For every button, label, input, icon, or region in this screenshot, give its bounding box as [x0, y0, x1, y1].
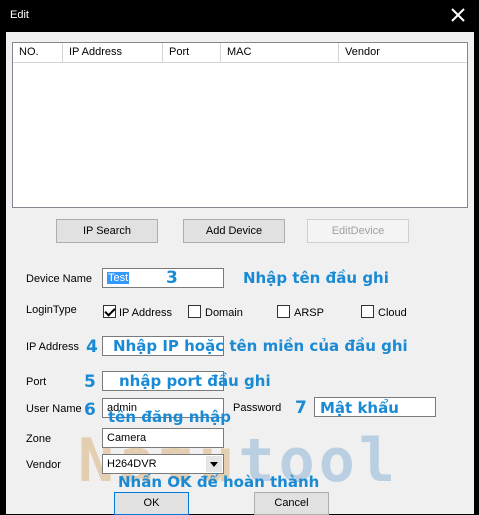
- password-label: Password: [233, 402, 282, 414]
- device-name-input[interactable]: Test: [102, 268, 224, 288]
- step-5-number: 5: [84, 372, 96, 392]
- ip-search-button[interactable]: IP Search: [56, 219, 158, 243]
- login-type-ip-label: IP Address: [119, 307, 172, 319]
- device-name-label: Device Name: [26, 273, 93, 285]
- login-type-label: LoginType: [26, 304, 77, 316]
- vendor-value: H264DVR: [107, 458, 157, 470]
- dialog-body: NO. IP Address Port MAC Vendor IP Search…: [6, 32, 474, 515]
- step-7-number: 7: [295, 398, 307, 418]
- edit-device-button[interactable]: EditDevice: [307, 219, 409, 243]
- device-list-header: NO. IP Address Port MAC Vendor: [13, 43, 467, 63]
- device-name-value: Test: [107, 272, 130, 284]
- window-title: Edit: [10, 9, 29, 21]
- login-type-domain-checkbox[interactable]: [188, 305, 201, 318]
- column-header-no[interactable]: NO.: [13, 43, 63, 62]
- column-header-vendor[interactable]: Vendor: [339, 43, 467, 62]
- ip-address-label: IP Address: [26, 341, 79, 353]
- login-type-ip-checkbox[interactable]: [103, 305, 116, 318]
- vendor-select[interactable]: H264DVR: [102, 454, 224, 474]
- step-6-text: tên đăng nhập: [108, 408, 231, 426]
- username-label: User Name: [26, 403, 82, 415]
- ok-button[interactable]: OK: [114, 492, 189, 515]
- add-device-button[interactable]: Add Device: [183, 219, 285, 243]
- step-4-text: Nhập IP hoặc tên miền của đầu ghi: [113, 337, 408, 355]
- port-label: Port: [26, 376, 47, 388]
- step-6-number: 6: [84, 400, 96, 420]
- zone-label: Zone: [26, 433, 52, 445]
- zone-input[interactable]: Camera: [102, 428, 224, 448]
- device-list[interactable]: NO. IP Address Port MAC Vendor: [12, 42, 468, 208]
- column-header-ip-address[interactable]: IP Address: [63, 43, 163, 62]
- login-type-domain-label: Domain: [205, 307, 243, 319]
- title-bar: Edit: [0, 0, 479, 32]
- step-3-text: Nhập tên đầu ghi: [243, 269, 389, 287]
- step-4-number: 4: [86, 337, 98, 357]
- step-3-number: 3: [166, 268, 178, 288]
- login-type-cloud-checkbox[interactable]: [361, 305, 374, 318]
- column-header-port[interactable]: Port: [163, 43, 221, 62]
- column-header-mac[interactable]: MAC: [221, 43, 339, 62]
- login-type-arsp-label: ARSP: [294, 307, 324, 319]
- login-type-cloud-label: Cloud: [378, 307, 407, 319]
- close-icon[interactable]: [449, 6, 467, 24]
- step-8-text: Nhấn OK để hoàn thành: [118, 473, 320, 491]
- vendor-label: Vendor: [26, 459, 61, 471]
- step-5-text: nhập port đầu ghi: [119, 372, 271, 390]
- login-type-arsp-checkbox[interactable]: [277, 305, 290, 318]
- cancel-button[interactable]: Cancel: [254, 492, 329, 515]
- step-7-text: Mật khẩu: [320, 399, 399, 417]
- chevron-down-icon[interactable]: [206, 456, 222, 472]
